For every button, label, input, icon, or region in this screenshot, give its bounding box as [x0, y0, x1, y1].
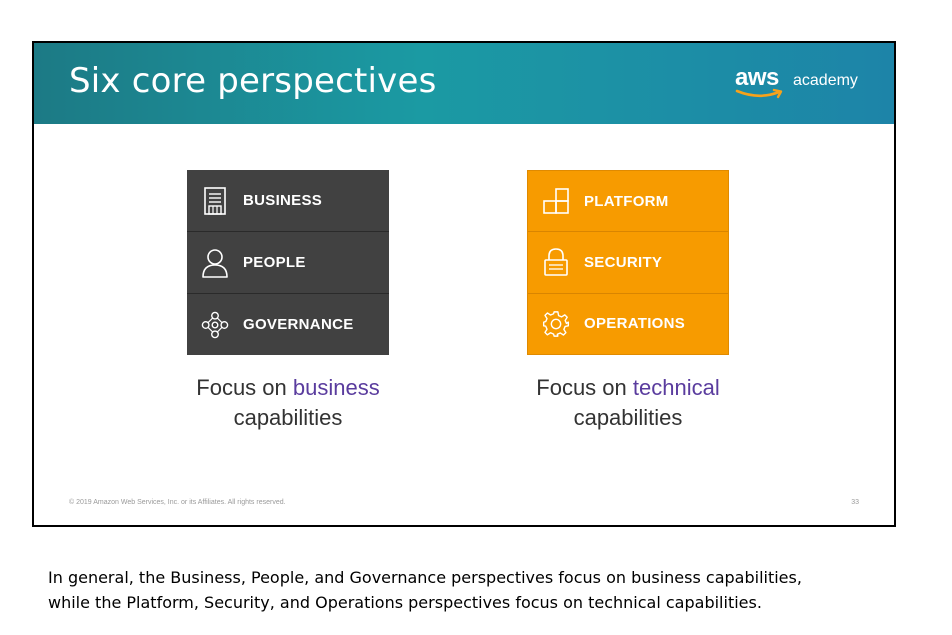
- perspective-operations: OPERATIONS: [528, 292, 728, 354]
- caption-prefix: Focus on: [196, 375, 293, 400]
- perspective-business: BUSINESS: [187, 170, 389, 231]
- perspective-label: BUSINESS: [243, 192, 323, 209]
- perspective-people: PEOPLE: [187, 231, 389, 293]
- slide-title: Six core perspectives: [69, 61, 437, 101]
- page-number: 33: [851, 499, 859, 506]
- perspective-label: GOVERNANCE: [243, 316, 354, 333]
- network-nodes-icon: [201, 309, 229, 341]
- person-icon: [201, 247, 229, 279]
- amazon-smile-icon: [735, 88, 783, 99]
- building-icon: [201, 185, 229, 217]
- blocks-icon: [542, 185, 570, 217]
- gear-icon: [542, 308, 570, 340]
- business-perspectives-stack: BUSINESS PEOPLE GOVERNANCE: [187, 170, 389, 355]
- caption-line2: capabilities: [573, 405, 683, 430]
- slide: Six core perspectives aws academy BUSINE…: [32, 41, 896, 527]
- perspective-label: PLATFORM: [584, 192, 669, 210]
- technical-caption: Focus on technical capabilities: [511, 373, 745, 433]
- business-caption: Focus on business capabilities: [171, 373, 405, 433]
- perspective-label: SECURITY: [584, 253, 663, 271]
- notes-line-2: while the Platform, Security, and Operat…: [48, 593, 762, 612]
- notes-line-1: In general, the Business, People, and Go…: [48, 568, 802, 587]
- perspective-security: SECURITY: [528, 231, 728, 292]
- caption-line2: capabilities: [233, 405, 343, 430]
- caption-highlight: technical: [632, 375, 720, 400]
- copyright-notice: © 2019 Amazon Web Services, Inc. or its …: [69, 499, 286, 506]
- speaker-notes: In general, the Business, People, and Go…: [48, 565, 928, 615]
- perspective-platform: PLATFORM: [528, 171, 728, 231]
- caption-prefix: Focus on: [536, 375, 633, 400]
- technical-perspectives-stack: PLATFORM SECURITY OPERATIONS: [527, 170, 729, 355]
- logo-suffix: academy: [793, 72, 858, 89]
- slide-header: Six core perspectives aws academy: [34, 43, 894, 124]
- perspective-governance: GOVERNANCE: [187, 293, 389, 355]
- perspective-label: PEOPLE: [243, 254, 306, 271]
- lock-icon: [542, 246, 570, 278]
- perspective-label: OPERATIONS: [584, 315, 686, 333]
- aws-academy-logo: aws academy: [735, 64, 865, 108]
- caption-highlight: business: [292, 375, 380, 400]
